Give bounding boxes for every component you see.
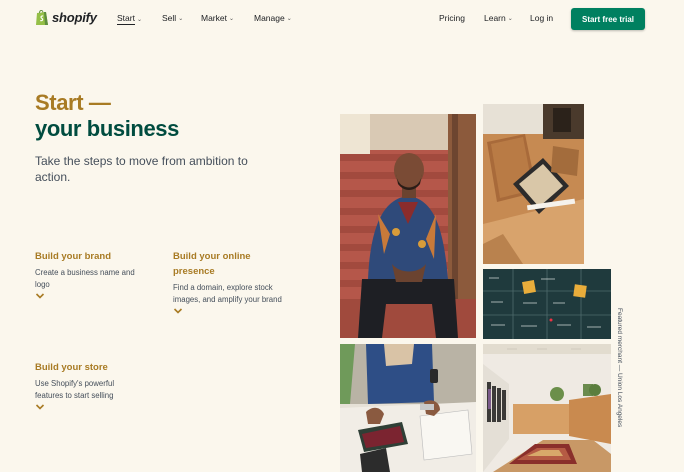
chevron-down-icon: ⌄ [286,15,292,22]
caption-text: Featured merchant — Union Los Angeles [616,308,623,428]
nav-pricing[interactable]: Pricing [439,13,465,23]
nav-learn-label: Learn [484,13,506,23]
nav-login[interactable]: Log in [530,13,553,23]
chevron-down-icon: ⌄ [228,15,235,22]
nav-login-label: Log in [530,13,554,23]
store-interior-photo [483,344,611,472]
shopify-bag-icon [36,10,48,25]
chevron-down-icon: ⌄ [136,16,142,23]
shopify-logo[interactable]: shopify [35,9,97,26]
feature-build-presence[interactable]: Build your online presence Find a domain… [173,249,288,315]
featured-merchant-caption: Featured merchant — Union Los Angeles [616,308,634,443]
feature-title: Build your brand [35,251,111,262]
feature-description: Create a business name and logo [35,268,135,289]
start-free-trial-button[interactable]: Start free trial [571,8,645,30]
packing-order-photo [340,344,476,472]
chevron-down-icon[interactable] [173,307,183,315]
nav-pricing-label: Pricing [439,13,465,23]
hero-title-line2: your business [35,116,179,141]
hero-title-line1: Start — [35,90,111,115]
nav-market[interactable]: Market ⌄ [201,13,234,23]
chevron-down-icon: ⌄ [178,15,184,22]
chevron-down-icon: ⌄ [507,15,513,22]
feature-title: Build your online presence [173,251,251,277]
nav-start-label: Start [117,13,135,25]
nav-sell-label: Sell [162,13,177,23]
chalkboard-photo [483,269,611,339]
nav-market-label: Market [201,13,227,23]
hero-subtitle: Take the steps to move from ambition to … [35,154,248,184]
nav-learn[interactable]: Learn ⌄ [484,13,513,23]
feature-description: Use Shopify's powerful features to start… [35,379,115,400]
nav-manage-label: Manage [254,13,285,23]
feature-title: Build your store [35,362,108,373]
merchant-portrait-photo [340,114,476,338]
nav-start[interactable]: Start ⌄ [117,13,142,25]
nav-manage[interactable]: Manage ⌄ [254,13,292,23]
feature-description: Find a domain, explore stock images, and… [173,283,282,304]
hero-title: Start — your business [35,90,179,142]
nav-sell[interactable]: Sell ⌄ [162,13,183,23]
chevron-down-icon[interactable] [35,403,45,411]
notebooks-photo [483,104,584,264]
feature-build-store[interactable]: Build your store Use Shopify's powerful … [35,360,135,411]
brand-name: shopify [52,10,97,25]
chevron-down-icon[interactable] [35,292,45,300]
top-nav: shopify Start ⌄ Sell ⌄ Market ⌄ Manage ⌄… [0,0,684,38]
feature-build-brand[interactable]: Build your brand Create a business name … [35,249,145,300]
